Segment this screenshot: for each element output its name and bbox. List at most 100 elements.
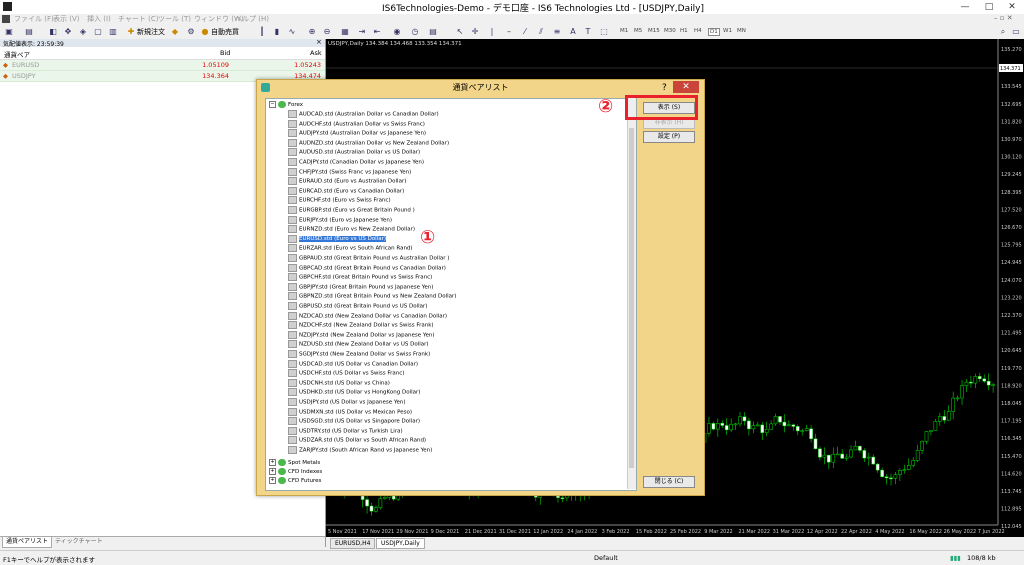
- tree-symbol-item[interactable]: USDCNH.std (US Dollar vs China): [288, 378, 390, 388]
- close-icon[interactable]: ✕: [1000, 0, 1024, 14]
- tree-group-cfd-indexes[interactable]: + CFD Indexes: [269, 468, 322, 477]
- tree-symbol-item[interactable]: EURCAD.std (Euro vs Canadian Dollar): [288, 186, 404, 196]
- menu-help[interactable]: ヘルプ (H): [235, 14, 269, 24]
- tree-symbol-item[interactable]: CHFJPY.std (Swiss Franc vs Japanese Yen): [288, 167, 411, 177]
- tree-symbol-item[interactable]: AUDCHF.std (Australian Dollar vs Swiss F…: [288, 119, 425, 129]
- tree-symbol-item[interactable]: GBPUSD.std (Great Britain Pound vs US Do…: [288, 302, 427, 311]
- options-icon[interactable]: ⚙: [186, 27, 196, 37]
- tree-symbol-item[interactable]: EURGBP.std (Euro vs Great Britain Pound …: [288, 206, 415, 215]
- tree-symbol-item[interactable]: USDCAD.std (US Dollar vs Canadian Dollar…: [288, 359, 418, 369]
- tree-group-forex[interactable]: − Forex: [269, 101, 303, 110]
- vertical-line-icon[interactable]: |: [487, 27, 497, 37]
- text-icon[interactable]: A: [568, 27, 578, 37]
- tree-symbol-item[interactable]: AUDUSD.std (Australian Dollar vs US Doll…: [288, 148, 420, 157]
- auto-scroll-icon[interactable]: ⇥: [357, 27, 367, 37]
- tf-m5[interactable]: M5: [634, 28, 642, 34]
- help-icon[interactable]: ?: [662, 80, 667, 96]
- tab-usdjpy-daily[interactable]: USDJPY,Daily: [376, 538, 425, 549]
- tab-tick-chart[interactable]: ティックチャート: [52, 537, 106, 547]
- tree-group-spot-metals[interactable]: + Spot Metals: [269, 459, 320, 468]
- tree-symbol-item[interactable]: EURJPY.std (Euro vs Japanese Yen): [288, 215, 392, 225]
- horizontal-line-icon[interactable]: –: [504, 27, 514, 37]
- fibo-icon[interactable]: ≡: [552, 27, 562, 37]
- tree-symbol-item[interactable]: USDHKD.std (US Dollar vs HongKong Dollar…: [288, 388, 420, 397]
- market-watch-icon[interactable]: ◧: [48, 27, 58, 37]
- periods-icon[interactable]: ◷: [410, 27, 420, 37]
- templates-icon[interactable]: ▤: [428, 27, 438, 37]
- tab-eurusd-h4[interactable]: EURUSD,H4: [330, 538, 376, 549]
- menu-tools[interactable]: ツール (T): [158, 14, 191, 24]
- tf-mn[interactable]: MN: [737, 28, 746, 34]
- tree-symbol-item[interactable]: CADJPY.std (Canadian Dollar vs Japanese …: [288, 158, 424, 167]
- tree-symbol-item[interactable]: GBPNZD.std (Great Britain Pound vs New Z…: [288, 292, 456, 301]
- auto-trade-icon[interactable]: ●: [200, 27, 210, 37]
- tree-symbol-item[interactable]: NZDJPY.std (New Zealand Dollar vs Japane…: [288, 330, 435, 340]
- maximize-icon[interactable]: □: [977, 0, 1001, 14]
- mdi-controls[interactable]: – ▫ ✕: [994, 14, 1013, 22]
- search-icon[interactable]: ⌕: [998, 27, 1008, 37]
- terminal-icon[interactable]: ▢: [93, 27, 103, 37]
- tree-symbol-item[interactable]: USDJPY.std (US Dollar vs Japanese Yen): [288, 398, 406, 407]
- tree-symbol-item[interactable]: EURZAR.std (Euro vs South African Rand): [288, 244, 413, 253]
- chat-icon[interactable]: ▭: [1011, 27, 1021, 37]
- expand-icon[interactable]: +: [269, 468, 276, 475]
- collapse-icon[interactable]: −: [269, 101, 276, 108]
- shapes-icon[interactable]: ⬚: [599, 27, 609, 37]
- zoom-in-icon[interactable]: ⊕: [307, 27, 317, 37]
- expand-icon[interactable]: +: [269, 477, 276, 484]
- minimize-icon[interactable]: —: [953, 0, 977, 14]
- data-window-icon[interactable]: ✥: [63, 27, 73, 37]
- tree-symbol-item[interactable]: GBPCAD.std (Great Britain Pound vs Canad…: [288, 263, 446, 273]
- trendline-icon[interactable]: ⁄: [520, 27, 530, 37]
- tree-symbol-item[interactable]: USDSGD.std (US Dollar vs Singapore Dolla…: [288, 417, 420, 426]
- tree-symbol-item[interactable]: AUDJPY.std (Australian Dollar vs Japanes…: [288, 129, 426, 138]
- line-chart-icon[interactable]: ∿: [287, 27, 297, 37]
- navigator-icon[interactable]: ◈: [78, 27, 88, 37]
- tree-symbol-item[interactable]: USDCHF.std (US Dollar vs Swiss Franc): [288, 369, 404, 378]
- tree-group-cfd-futures[interactable]: + CFD Futures: [269, 477, 321, 486]
- tree-symbol-item[interactable]: USDZAR.std (US Dollar vs South African R…: [288, 436, 426, 445]
- tree-symbol-item[interactable]: USDMXN.std (US Dollar vs Mexican Peso): [288, 407, 412, 417]
- channel-icon[interactable]: ⫽: [536, 27, 546, 37]
- menu-chart[interactable]: チャート (C): [118, 14, 159, 24]
- tf-m15[interactable]: M15: [648, 28, 660, 34]
- tab-symbols[interactable]: 通貨ペアリスト: [2, 537, 53, 548]
- market-watch-row[interactable]: ◆ EURUSD 1.05109 1.05243: [0, 60, 325, 71]
- profiles-icon[interactable]: ▤: [24, 27, 34, 37]
- bar-chart-icon[interactable]: ┃: [257, 27, 267, 37]
- tf-w1[interactable]: W1: [723, 28, 732, 34]
- tree-symbol-item[interactable]: EURNZD.std (Euro vs New Zealand Dollar): [288, 225, 415, 234]
- tree-symbol-item[interactable]: USDTRY.std (US Dollar vs Turkish Lira): [288, 426, 403, 436]
- tree-symbol-item[interactable]: GBPAUD.std (Great Britain Pound vs Austr…: [288, 254, 449, 263]
- dialog-close-icon[interactable]: ✕: [673, 81, 699, 93]
- chart-shift-icon[interactable]: ⇤: [372, 27, 382, 37]
- tf-d1[interactable]: D1: [708, 28, 720, 36]
- crosshair-icon[interactable]: ✛: [470, 27, 480, 37]
- tree-symbol-item[interactable]: EURUSD.std (Euro vs US Dollar): [288, 234, 387, 244]
- properties-button[interactable]: 設定 (P): [643, 131, 695, 143]
- auto-trade-button[interactable]: 自動売買: [211, 27, 239, 37]
- indicators-icon[interactable]: ◉: [392, 27, 402, 37]
- symbol-tree[interactable]: − Forex AUDCAD.std (Australian Dollar vs …: [265, 98, 637, 491]
- tf-h1[interactable]: H1: [680, 28, 688, 34]
- tf-m1[interactable]: M1: [620, 28, 628, 34]
- market-watch-close-icon[interactable]: ×: [316, 38, 322, 46]
- new-order-button[interactable]: 新規注文: [137, 27, 165, 37]
- new-order-icon[interactable]: ✚: [126, 27, 136, 37]
- label-icon[interactable]: T: [583, 27, 593, 37]
- expand-icon[interactable]: +: [269, 459, 276, 466]
- menu-file[interactable]: ファイル (F): [14, 14, 54, 24]
- close-button[interactable]: 閉じる (C): [643, 476, 695, 488]
- tree-symbol-item[interactable]: AUDCAD.std (Australian Dollar vs Canadia…: [288, 110, 439, 119]
- cursor-icon[interactable]: ↖: [455, 27, 465, 37]
- new-chart-icon[interactable]: ▣: [4, 27, 14, 37]
- tile-windows-icon[interactable]: ▦: [340, 27, 350, 37]
- tree-scrollbar[interactable]: [627, 98, 636, 489]
- tf-h4[interactable]: H4: [694, 28, 702, 34]
- tree-symbol-item[interactable]: SGDJPY.std (New Zealand Dollar vs Swiss …: [288, 350, 430, 359]
- tf-m30[interactable]: M30: [664, 28, 676, 34]
- tree-symbol-item[interactable]: NZDUSD.std (New Zealand Dollar vs US Dol…: [288, 340, 429, 349]
- tree-symbol-item[interactable]: AUDNZD.std (Australian Dollar vs New Zea…: [288, 138, 449, 148]
- scroll-thumb[interactable]: [629, 128, 634, 468]
- tree-symbol-item[interactable]: GBPJPY.std (Great Britain Pound vs Japan…: [288, 282, 433, 292]
